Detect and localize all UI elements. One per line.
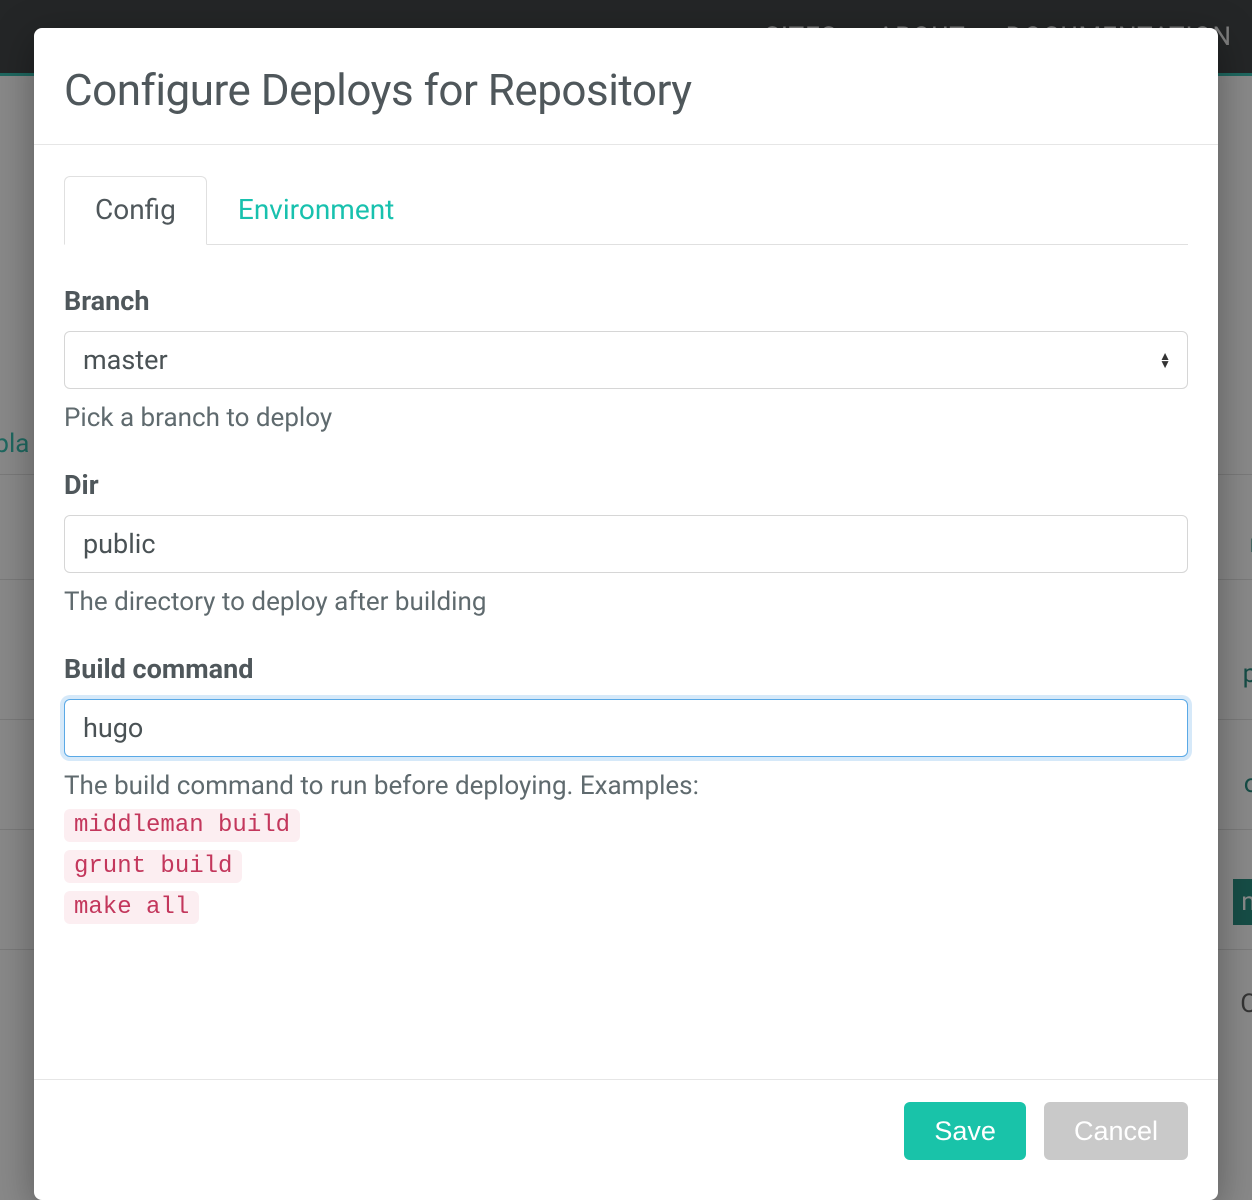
field-branch: Branch master ▲▼ Pick a branch to deploy [64, 285, 1188, 433]
branch-help: Pick a branch to deploy [64, 403, 1188, 433]
tab-bar: Config Environment [64, 175, 1188, 245]
modal-body: Config Environment Branch master ▲▼ Pick… [34, 145, 1218, 1079]
cancel-button[interactable]: Cancel [1044, 1102, 1188, 1160]
example-code: grunt build [64, 850, 242, 883]
build-command-help: The build command to run before deployin… [64, 771, 1188, 801]
branch-select[interactable]: master ▲▼ [64, 331, 1188, 389]
save-button[interactable]: Save [904, 1102, 1026, 1160]
dir-label: Dir [64, 469, 1188, 501]
configure-deploys-modal: Configure Deploys for Repository Config … [34, 28, 1218, 1200]
dir-help: The directory to deploy after building [64, 587, 1188, 617]
build-command-input[interactable] [64, 699, 1188, 757]
example-code: middleman build [64, 809, 300, 842]
tab-config[interactable]: Config [64, 176, 207, 245]
field-build-command: Build command The build command to run b… [64, 653, 1188, 924]
build-command-examples: middleman build grunt build make all [64, 801, 1188, 924]
modal-footer: Save Cancel [34, 1079, 1218, 1200]
field-dir: Dir The directory to deploy after buildi… [64, 469, 1188, 617]
build-command-label: Build command [64, 653, 1188, 685]
branch-label: Branch [64, 285, 1188, 317]
modal-title: Configure Deploys for Repository [64, 64, 1188, 116]
branch-select-value: master [83, 344, 168, 376]
tab-environment[interactable]: Environment [207, 176, 425, 245]
modal-header: Configure Deploys for Repository [34, 28, 1218, 145]
dir-input[interactable] [64, 515, 1188, 573]
example-code: make all [64, 891, 199, 924]
select-arrows-icon: ▲▼ [1159, 352, 1171, 368]
